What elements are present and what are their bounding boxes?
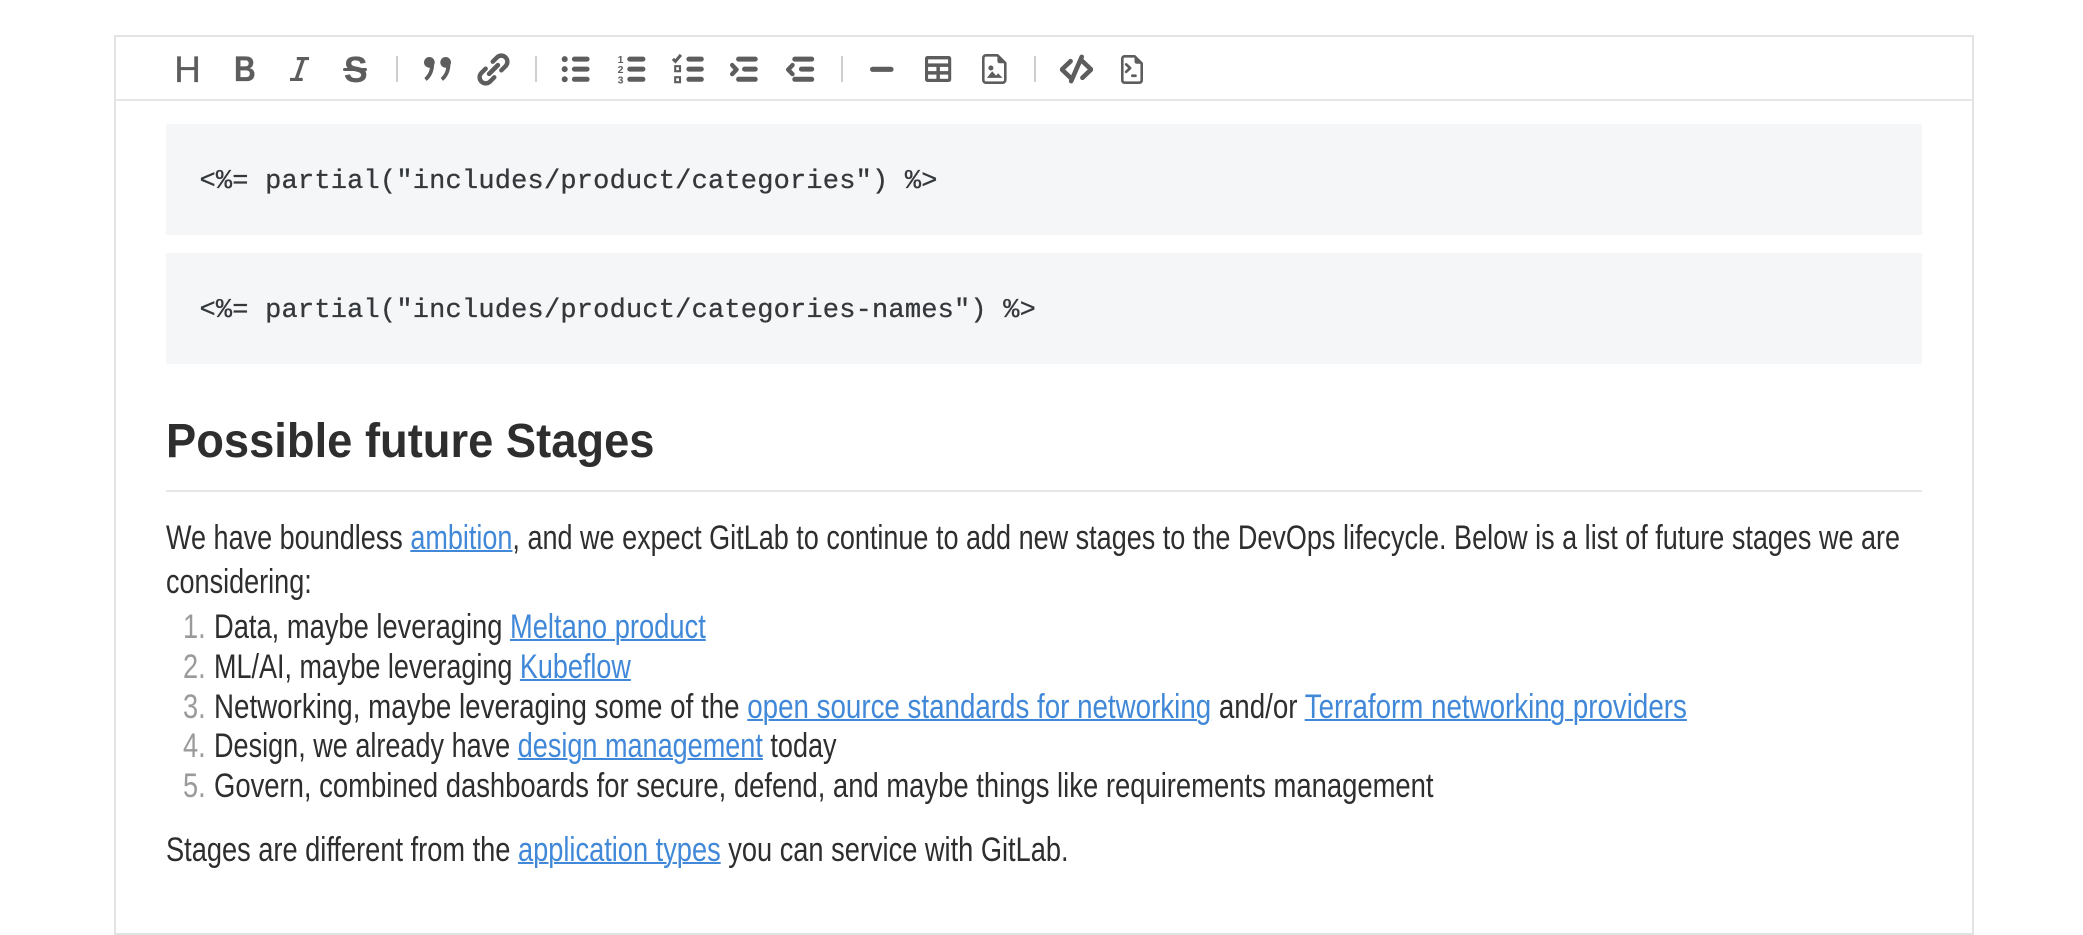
svg-text:3: 3 — [618, 75, 624, 85]
